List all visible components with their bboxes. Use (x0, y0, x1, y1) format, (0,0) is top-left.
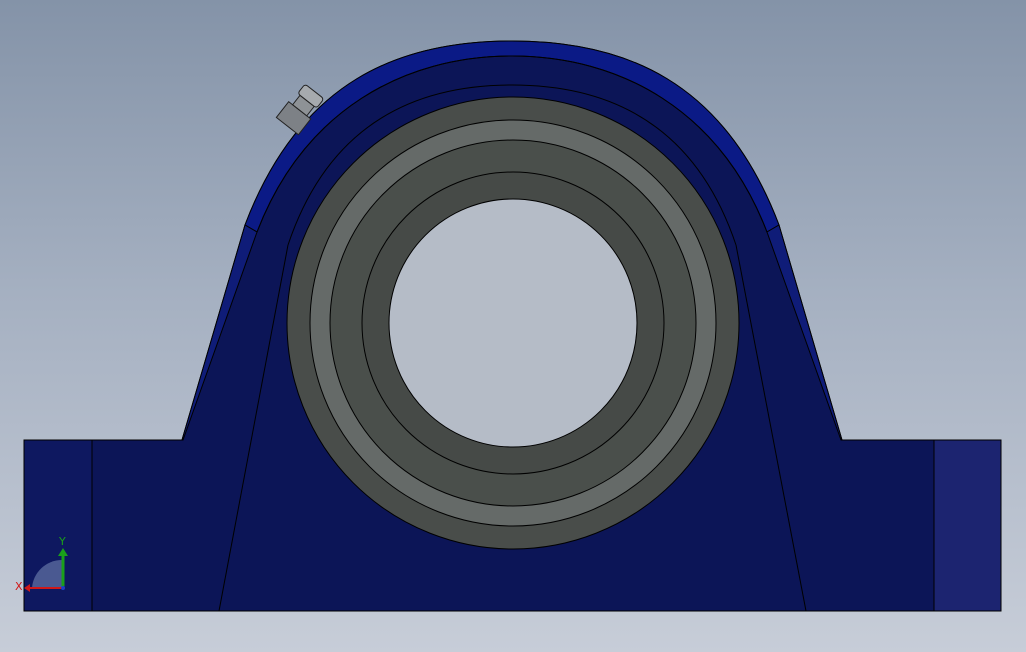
graphics-viewport[interactable]: Y X (0, 0, 1026, 652)
triad-x-label: X (15, 580, 23, 593)
housing-right-end-block (933, 439, 1002, 612)
triad-origin (61, 586, 65, 590)
insert-bore (388, 198, 638, 448)
bearing-insert[interactable] (286, 96, 740, 550)
model-view[interactable]: Y X (0, 0, 1026, 652)
triad-y-label: Y (58, 535, 66, 548)
